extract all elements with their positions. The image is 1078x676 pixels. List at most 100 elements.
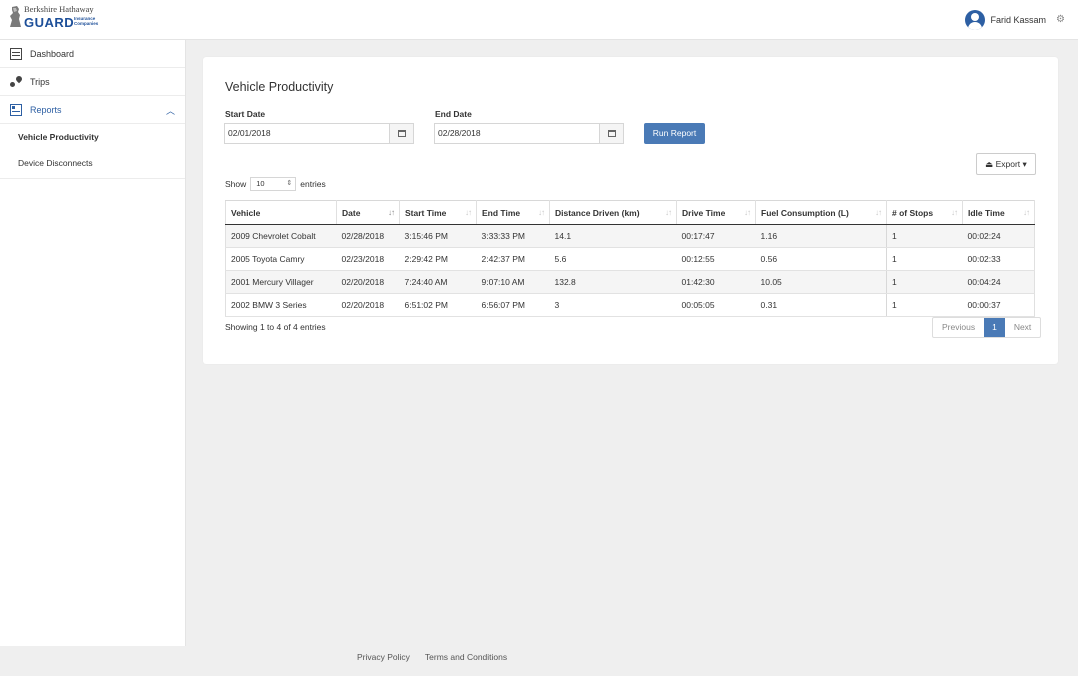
table-cell: 3 [549, 293, 677, 317]
table-cell: 00:02:24 [962, 224, 1035, 248]
table-cell: 02/28/2018 [336, 224, 400, 248]
sort-icon: ↓↑ [1023, 208, 1030, 217]
table-cell: 3:15:46 PM [399, 224, 477, 248]
column-header-date[interactable]: Date ↓↑ [336, 200, 400, 225]
table-cell: 02/20/2018 [336, 270, 400, 294]
table-cell: 00:04:24 [962, 270, 1035, 294]
table-row[interactable]: 2009 Chevrolet Cobalt 02/28/2018 3:15:46… [225, 224, 1035, 248]
table-cell: 132.8 [549, 270, 677, 294]
start-date-value[interactable]: 02/01/2018 [225, 124, 389, 143]
export-label: Export [995, 159, 1021, 169]
table-cell: 14.1 [549, 224, 677, 248]
table-cell: 2009 Chevrolet Cobalt [225, 224, 337, 248]
table-cell: 00:12:55 [676, 247, 756, 271]
privacy-policy-link[interactable]: Privacy Policy [357, 652, 410, 662]
table-cell: 9:07:10 AM [476, 270, 550, 294]
sort-icon: ↓↑ [951, 208, 958, 217]
reports-icon [10, 103, 22, 116]
column-header-drive-time[interactable]: Drive Time ↓↑ [676, 200, 756, 225]
top-bar: Berkshire Hathaway GUARD Insurance Compa… [0, 0, 1078, 40]
entries-length-control: Show 10 ⇕ entries [225, 177, 326, 191]
column-header-start-time[interactable]: Start Time ↓↑ [399, 200, 477, 225]
table-cell: 3:33:33 PM [476, 224, 550, 248]
sidebar-item-trips[interactable]: Trips [0, 68, 185, 96]
start-date-picker-button[interactable] [389, 124, 413, 143]
sidebar-subitem-device-disconnects[interactable]: Device Disconnects [0, 150, 185, 176]
table-cell: 1 [886, 224, 963, 248]
table-cell: 00:02:33 [962, 247, 1035, 271]
sidebar-item-reports[interactable]: Reports ︿ [0, 96, 185, 124]
column-header-distance[interactable]: Distance Driven (km) ↓↑ [549, 200, 677, 225]
table-cell: 1 [886, 293, 963, 317]
sidebar-item-label: Trips [30, 76, 50, 87]
chevron-up-icon[interactable]: ︿ [166, 104, 175, 117]
start-date-label: Start Date [225, 109, 266, 119]
logo-small-text: Insurance Companies [74, 16, 99, 26]
start-date-field[interactable]: 02/01/2018 [224, 123, 414, 144]
logo-guard-text: GUARD [24, 15, 75, 30]
table-cell: 1 [886, 270, 963, 294]
footer: Privacy Policy Terms and Conditions [357, 652, 507, 662]
table-cell: 2:42:37 PM [476, 247, 550, 271]
logo-text-line1: Berkshire Hathaway [24, 4, 94, 14]
terms-link[interactable]: Terms and Conditions [425, 652, 507, 662]
entries-label: entries [300, 179, 326, 189]
entries-select-value: 10 [256, 179, 265, 188]
gear-icon[interactable]: ⚙ [1056, 15, 1066, 25]
table-cell: 2001 Mercury Villager [225, 270, 337, 294]
knight-emblem-icon [10, 6, 21, 27]
end-date-value[interactable]: 02/28/2018 [435, 124, 599, 143]
pagination-next[interactable]: Next [1005, 318, 1040, 337]
column-header-fuel[interactable]: Fuel Consumption (L) ↓↑ [755, 200, 887, 225]
table-cell: 10.05 [755, 270, 887, 294]
column-header-end-time[interactable]: End Time ↓↑ [476, 200, 550, 225]
column-header-vehicle[interactable]: Vehicle [225, 200, 337, 225]
run-report-button[interactable]: Run Report [644, 123, 705, 144]
table-cell: 0.31 [755, 293, 887, 317]
table-row[interactable]: 2002 BMW 3 Series 02/20/2018 6:51:02 PM … [225, 293, 1035, 317]
pagination-page-1[interactable]: 1 [984, 318, 1005, 337]
company-logo[interactable]: Berkshire Hathaway GUARD Insurance Compa… [8, 4, 108, 32]
table-cell: 1.16 [755, 224, 887, 248]
sort-icon: ↓↑ [665, 208, 672, 217]
table-cell: 1 [886, 247, 963, 271]
sort-icon: ↓↑ [465, 208, 472, 217]
end-date-field[interactable]: 02/28/2018 [434, 123, 624, 144]
end-date-picker-button[interactable] [599, 124, 623, 143]
export-button[interactable]: ⏏ Export ▾ [976, 153, 1036, 175]
column-header-idle-time[interactable]: Idle Time ↓↑ [962, 200, 1035, 225]
pagination: Previous 1 Next [932, 317, 1042, 338]
reports-submenu: Vehicle Productivity Device Disconnects [0, 124, 185, 179]
sort-desc-icon: ↓↑ [388, 208, 395, 217]
user-menu[interactable]: Farid Kassam ⚙ [965, 9, 1066, 31]
entries-select[interactable]: 10 ⇕ [250, 177, 297, 191]
column-header-stops[interactable]: # of Stops ↓↑ [886, 200, 963, 225]
table-cell: 02/20/2018 [336, 293, 400, 317]
report-card: Vehicle Productivity Start Date 02/01/20… [203, 57, 1058, 364]
sort-icon: ↓↑ [744, 208, 751, 217]
sort-icon: ↓↑ [538, 208, 545, 217]
dashboard-icon [10, 47, 22, 60]
table-cell: 01:42:30 [676, 270, 756, 294]
end-date-label: End Date [435, 109, 472, 119]
user-name[interactable]: Farid Kassam [990, 15, 1046, 25]
user-avatar-icon[interactable] [965, 10, 986, 30]
table-cell: 2005 Toyota Camry [225, 247, 337, 271]
select-arrows-icon: ⇕ [286, 180, 293, 187]
calendar-icon [608, 130, 616, 137]
table-cell: 00:05:05 [676, 293, 756, 317]
export-icon: ⏏ [985, 159, 994, 169]
table-row[interactable]: 2005 Toyota Camry 02/23/2018 2:29:42 PM … [225, 247, 1035, 271]
table-info: Showing 1 to 4 of 4 entries [225, 322, 326, 332]
table-cell: 2002 BMW 3 Series [225, 293, 337, 317]
table-cell: 02/23/2018 [336, 247, 400, 271]
sort-icon: ↓↑ [875, 208, 882, 217]
calendar-icon [398, 130, 406, 137]
table-row[interactable]: 2001 Mercury Villager 02/20/2018 7:24:40… [225, 270, 1035, 294]
sidebar-subitem-vehicle-productivity[interactable]: Vehicle Productivity [0, 124, 185, 150]
show-label: Show [225, 179, 247, 189]
pagination-previous[interactable]: Previous [933, 318, 984, 337]
vehicle-productivity-table: Vehicle Date ↓↑ Start Time ↓↑ End Time ↓↑ D… [225, 200, 1035, 317]
sidebar-item-label: Dashboard [30, 48, 75, 59]
sidebar-item-dashboard[interactable]: Dashboard [0, 40, 185, 68]
